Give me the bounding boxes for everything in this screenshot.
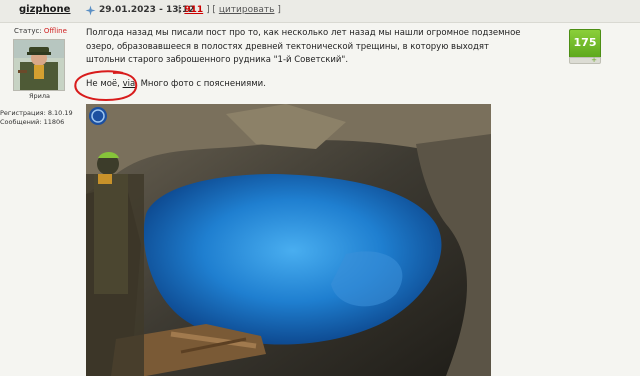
via-link[interactable]: via <box>123 79 136 89</box>
rating-plus-button[interactable]: + <box>590 57 598 64</box>
status-label: Статус: <box>14 27 42 35</box>
author-username-link[interactable]: gizphone <box>19 4 70 15</box>
bracket-close: ] <box>277 5 281 15</box>
avatar-image <box>14 40 64 90</box>
post-number-link[interactable]: 911 <box>184 5 203 15</box>
avatar-caption: Ярила <box>29 92 51 100</box>
post-source-line: Не моё, via. Много фото с пояснениями. <box>86 79 266 89</box>
source-suffix: . Много фото с пояснениями. <box>135 79 266 89</box>
avatar[interactable] <box>13 39 65 91</box>
bracket-mid: ] [ <box>206 5 216 15</box>
underground-lake-image <box>86 104 491 376</box>
post-body: Полгода назад мы писали пост про то, как… <box>86 28 521 65</box>
source-prefix: Не моё, <box>86 79 123 89</box>
post-meta: [ 911 ] [ цитировать ] <box>178 5 281 15</box>
author-status: Статус: Offline <box>14 27 67 35</box>
author-info: Регистрация: 8.10.19 Сообщений: 11806 <box>0 109 73 127</box>
status-value: Offline <box>43 27 67 35</box>
bracket-open: [ <box>178 5 182 15</box>
quote-link[interactable]: цитировать <box>219 5 275 15</box>
registration-date: Регистрация: 8.10.19 <box>0 109 73 117</box>
message-count: Сообщений: 11806 <box>0 118 65 126</box>
post-link-icon[interactable] <box>85 5 96 16</box>
post-header-bar <box>0 0 640 23</box>
post-photo[interactable] <box>86 104 491 376</box>
